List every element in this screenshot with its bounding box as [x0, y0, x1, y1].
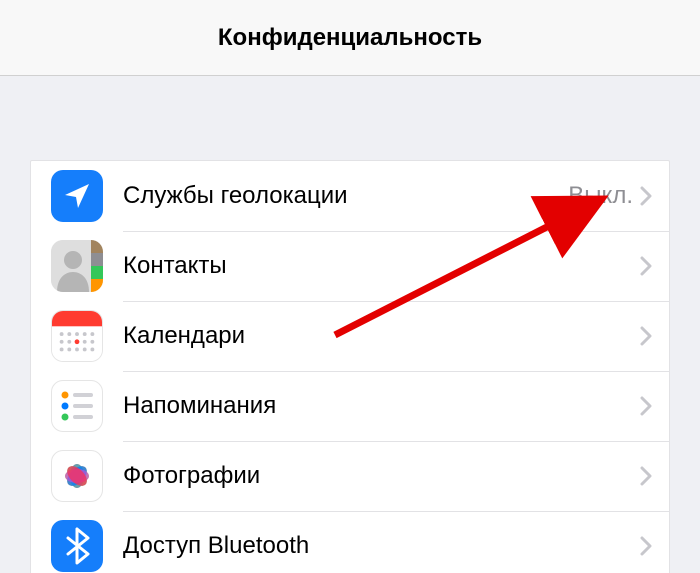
row-label: Доступ Bluetooth [123, 532, 309, 560]
bluetooth-icon [51, 520, 103, 572]
chevron-right-icon [639, 326, 653, 346]
chevron-right-icon [639, 396, 653, 416]
chevron-right-icon [639, 536, 653, 556]
header: Конфиденциальность [0, 0, 700, 76]
spacer [0, 76, 700, 160]
row-label: Календари [123, 322, 245, 350]
row-label: Фотографии [123, 462, 260, 490]
photos-icon [51, 450, 103, 502]
row-photos[interactable]: Фотографии [31, 441, 669, 511]
row-contacts[interactable]: Контакты [31, 231, 669, 301]
chevron-right-icon [639, 466, 653, 486]
calendar-icon [51, 310, 103, 362]
reminders-icon [51, 380, 103, 432]
chevron-right-icon [639, 186, 653, 206]
row-label: Службы геолокации [123, 182, 348, 210]
row-calendars[interactable]: Календари [31, 301, 669, 371]
row-label: Напоминания [123, 392, 276, 420]
row-label: Контакты [123, 252, 227, 280]
row-reminders[interactable]: Напоминания [31, 371, 669, 441]
settings-panel: Службы геолокации Выкл. Контакты [30, 160, 670, 573]
row-value: Выкл. [568, 182, 633, 210]
contacts-icon [51, 240, 103, 292]
row-location-services[interactable]: Службы геолокации Выкл. [31, 161, 669, 231]
location-icon [51, 170, 103, 222]
chevron-right-icon [639, 256, 653, 276]
page-title: Конфиденциальность [218, 24, 482, 52]
row-bluetooth[interactable]: Доступ Bluetooth [31, 511, 669, 573]
